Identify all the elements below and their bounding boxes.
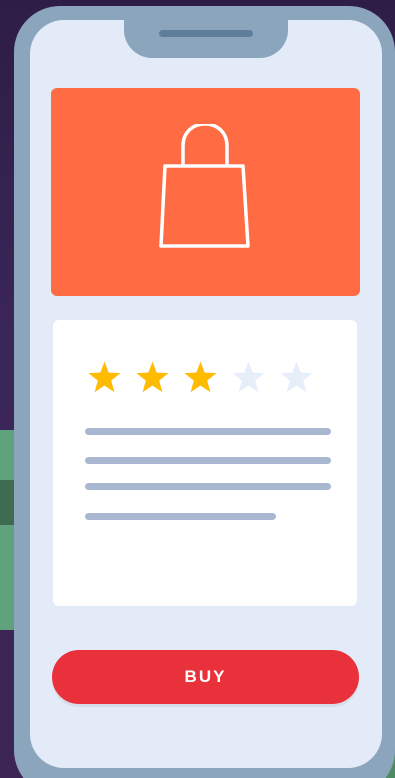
description-line (85, 513, 276, 520)
star-empty-icon[interactable] (279, 360, 314, 395)
star-filled-icon[interactable] (183, 360, 218, 395)
speaker-slot (159, 30, 253, 37)
star-rating[interactable] (87, 360, 314, 395)
star-empty-icon[interactable] (231, 360, 266, 395)
phone-notch (124, 20, 288, 58)
shopping-bag-icon (159, 124, 250, 248)
description-line (85, 428, 331, 435)
scene-background: BUY (0, 0, 395, 778)
description-line (85, 483, 331, 490)
star-filled-icon[interactable] (135, 360, 170, 395)
star-filled-icon[interactable] (87, 360, 122, 395)
description-line (85, 457, 331, 464)
product-details-card (53, 320, 357, 606)
buy-button[interactable]: BUY (52, 650, 359, 704)
product-image[interactable] (51, 88, 360, 296)
phone-screen: BUY (30, 20, 382, 768)
